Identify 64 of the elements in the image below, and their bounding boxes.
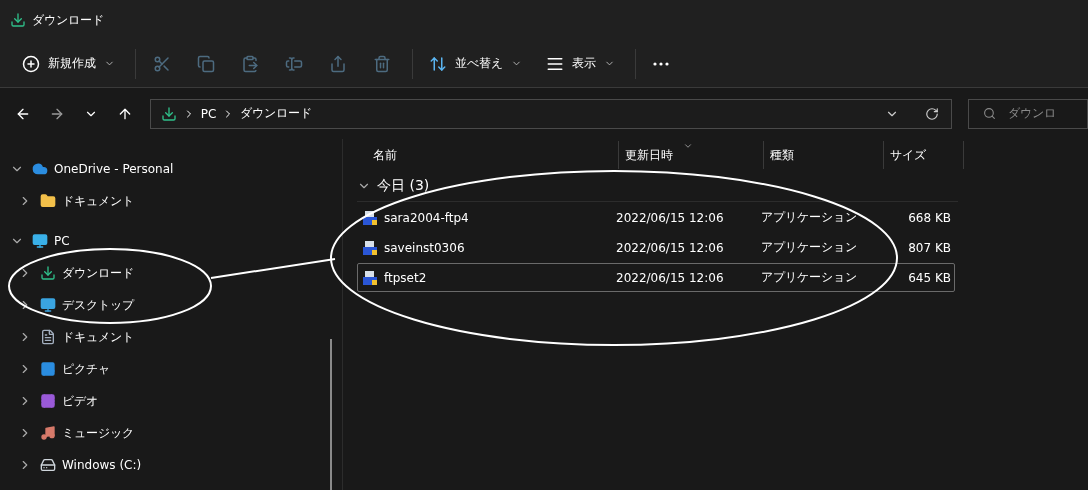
- file-name: ftpset2: [384, 270, 427, 285]
- share-icon: [329, 54, 347, 73]
- file-name: sara2004-ftp4: [384, 210, 469, 225]
- sidebar-item[interactable]: ミュージック: [62, 424, 134, 442]
- sidebar-item[interactable]: ドキュメント: [62, 328, 134, 346]
- installer-icon: [362, 239, 378, 256]
- desktop-icon: [40, 297, 56, 313]
- add-icon: [22, 54, 40, 73]
- sidebar-item[interactable]: OneDrive - Personal: [54, 162, 174, 176]
- sidebar-item[interactable]: Windows (C:): [62, 458, 142, 472]
- refresh-icon[interactable]: [925, 106, 939, 121]
- installer-icon: [362, 209, 378, 226]
- music-icon: [40, 425, 56, 441]
- breadcrumb[interactable]: ダウンロード: [240, 105, 313, 122]
- file-row[interactable]: sara2004-ftp4 2022/06/15 12:06 アプリケーション 668 KB: [357, 203, 955, 232]
- folder-icon: [40, 193, 56, 209]
- toolbar-button[interactable]: 並べ替え: [419, 46, 532, 81]
- sort-caret-icon: [683, 141, 693, 151]
- scrollbar[interactable]: [330, 339, 332, 490]
- table-cell: 2022/06/15 12:06: [616, 210, 724, 225]
- column-header[interactable]: 種類: [764, 141, 884, 169]
- table-cell: 645 KB: [908, 270, 951, 285]
- cloud-icon: [32, 161, 48, 177]
- table-cell: 2022/06/15 12:06: [616, 240, 724, 255]
- rename-icon: [285, 54, 303, 73]
- copy-icon: [197, 54, 215, 73]
- more-icon: [653, 61, 669, 66]
- address-bar[interactable]: PC ダウンロード: [149, 98, 952, 129]
- window-title: ダウンロード: [32, 11, 104, 29]
- sidebar-item[interactable]: ピクチャ: [62, 360, 110, 378]
- document-icon: [40, 329, 56, 345]
- installer-icon: [362, 269, 378, 286]
- toolbar-button[interactable]: 表示: [536, 46, 625, 81]
- toolbar-button[interactable]: 新規作成: [12, 46, 125, 81]
- column-header[interactable]: 更新日時: [619, 141, 764, 169]
- download-icon: [160, 105, 177, 122]
- download-icon: [40, 265, 56, 281]
- file-row[interactable]: saveinst0306 2022/06/15 12:06 アプリケーション 807 KB: [357, 233, 955, 262]
- sidebar-item[interactable]: デスクトップ: [62, 296, 134, 314]
- column-header[interactable]: サイズ: [884, 141, 964, 169]
- group-header[interactable]: 今日 (3): [377, 177, 430, 195]
- sort-icon: [429, 54, 447, 73]
- table-cell: 2022/06/15 12:06: [616, 270, 724, 285]
- file-name: saveinst0306: [384, 240, 465, 255]
- sidebar-item[interactable]: ドキュメント: [62, 192, 134, 210]
- trash-icon: [373, 54, 391, 73]
- sidebar-item[interactable]: ビデオ: [62, 392, 98, 410]
- table-cell: 668 KB: [908, 210, 951, 225]
- table-cell: アプリケーション: [761, 269, 857, 286]
- monitor-icon: [32, 233, 48, 249]
- column-header[interactable]: 名前: [357, 141, 619, 169]
- search-field[interactable]: ダウンロ: [968, 98, 1088, 129]
- breadcrumb[interactable]: PC: [200, 106, 217, 121]
- scissors-icon: [153, 54, 171, 73]
- sidebar-item[interactable]: PC: [54, 234, 70, 248]
- download-icon: [10, 12, 26, 28]
- search-icon: [983, 107, 996, 120]
- drive-icon: [40, 457, 56, 473]
- table-cell: アプリケーション: [761, 239, 857, 256]
- table-cell: 807 KB: [908, 240, 951, 255]
- table-cell: アプリケーション: [761, 209, 857, 226]
- paste-icon: [241, 54, 259, 73]
- file-row[interactable]: ftpset2 2022/06/15 12:06 アプリケーション 645 KB: [357, 263, 955, 292]
- sidebar-item[interactable]: ダウンロード: [62, 264, 134, 282]
